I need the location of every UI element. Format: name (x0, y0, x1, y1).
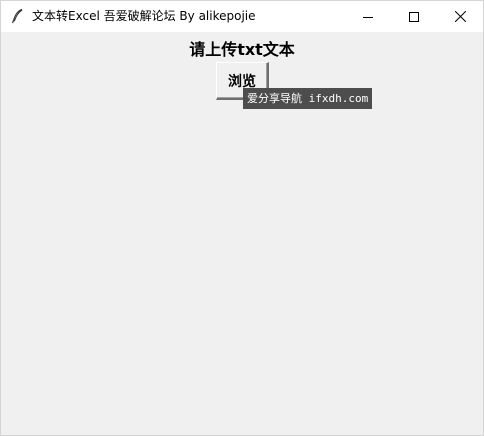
minimize-icon (363, 7, 373, 26)
maximize-icon (409, 7, 419, 26)
title-bar[interactable]: 文本转Excel 吾爱破解论坛 By alikepojie (1, 1, 483, 32)
app-window: 文本转Excel 吾爱破解论坛 By alikepojie 请上传txt文本 浏… (0, 0, 484, 436)
minimize-button[interactable] (345, 1, 391, 32)
close-icon (454, 7, 466, 26)
maximize-button[interactable] (391, 1, 437, 32)
page-heading: 请上传txt文本 (189, 40, 295, 59)
close-button[interactable] (437, 1, 483, 32)
watermark-tooltip: 爱分享导航 ifxdh.com (243, 88, 373, 109)
main-content: 请上传txt文本 浏览 爱分享导航 ifxdh.com (1, 32, 483, 435)
feather-icon (9, 8, 25, 24)
window-title: 文本转Excel 吾爱破解论坛 By alikepojie (32, 9, 256, 23)
